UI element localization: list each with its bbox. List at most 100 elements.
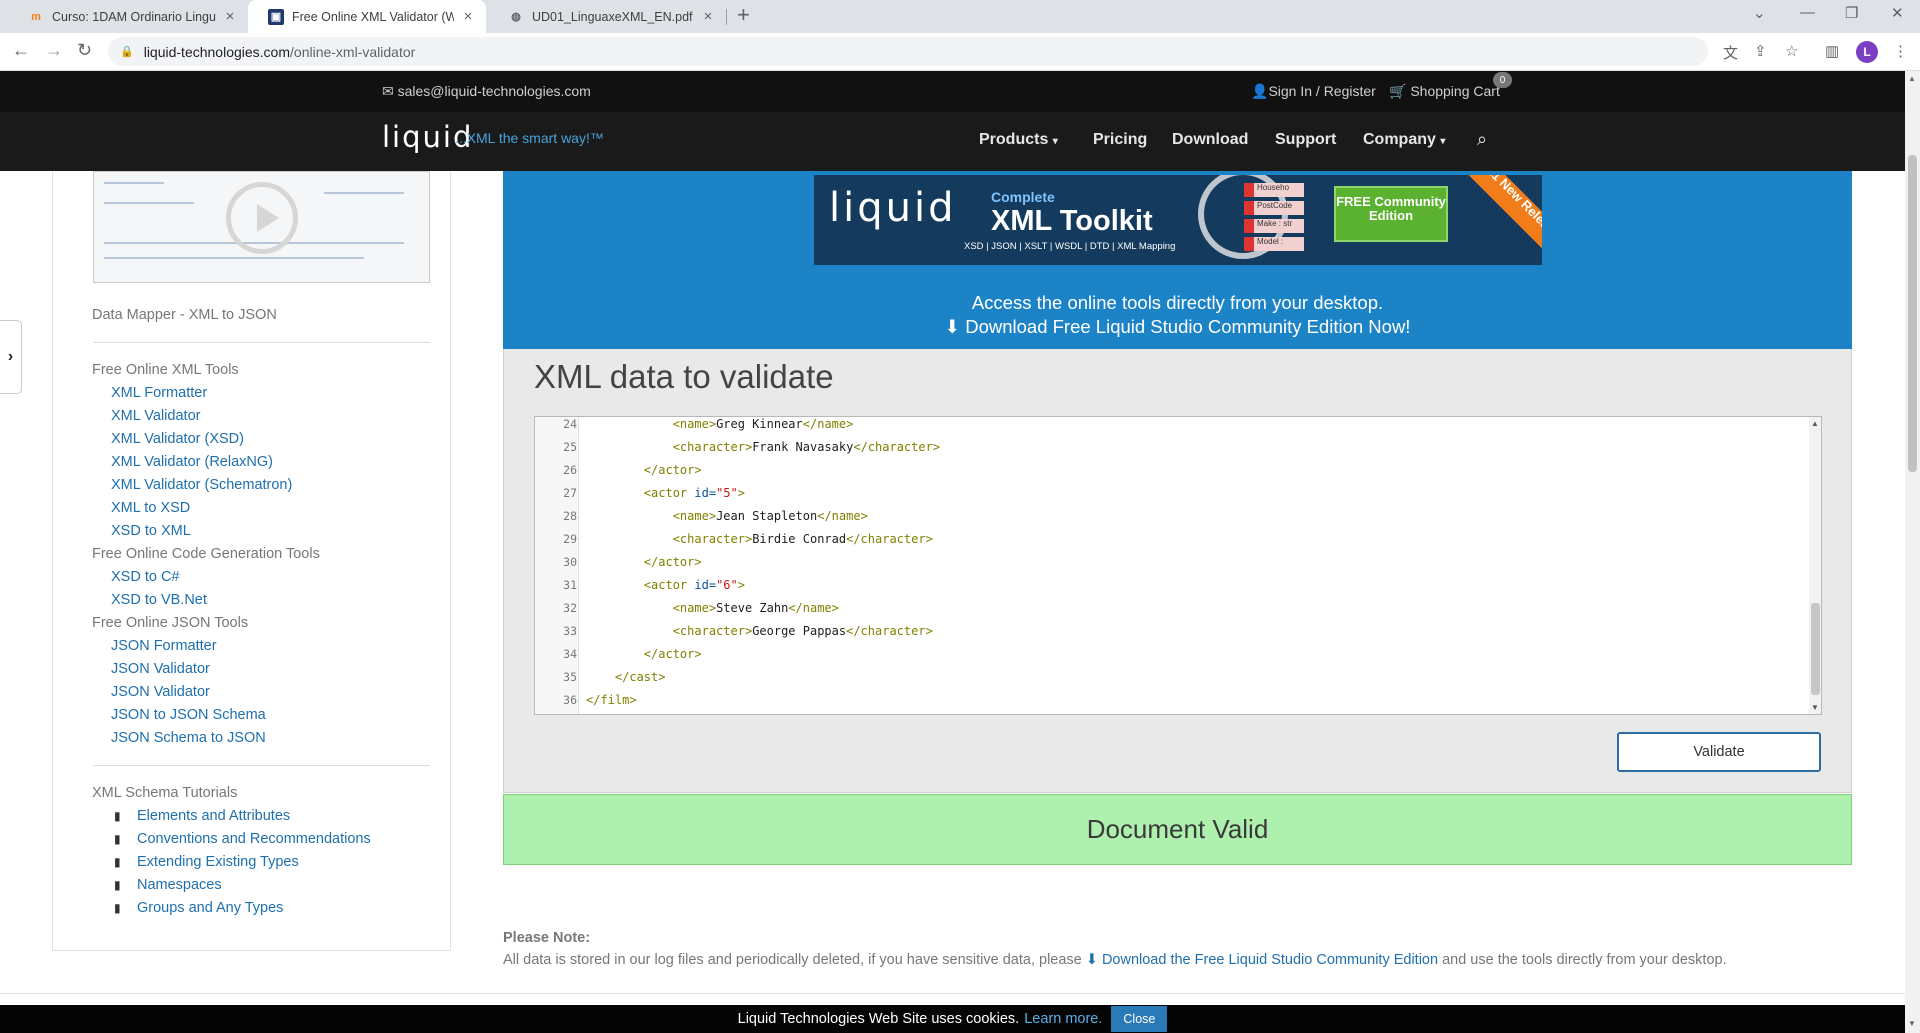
restore-icon[interactable]: ❐ xyxy=(1845,4,1858,22)
tab-pdf[interactable]: ◍ UD01_LinguaxeXML_EN.pdf × xyxy=(488,0,726,33)
reload-icon[interactable]: ↻ xyxy=(77,40,92,61)
search-icon[interactable]: ⌕ xyxy=(1477,129,1487,150)
sidebar-link-xsd-to-xml[interactable]: XSD to XML xyxy=(111,523,191,539)
minimize-icon[interactable]: — xyxy=(1800,4,1815,21)
sidebar-link-json-to-json-schema[interactable]: JSON to JSON Schema xyxy=(111,707,266,723)
learn-more-link[interactable]: Learn more. xyxy=(1024,1011,1102,1027)
nav-download[interactable]: Download xyxy=(1172,131,1248,149)
xml-tag: </name> xyxy=(817,509,868,523)
scroll-down-icon[interactable]: ▼ xyxy=(1811,703,1819,712)
sidebar-expand-chevron-icon[interactable]: › xyxy=(0,320,22,394)
page-scrollbar[interactable]: ▲ ▼ xyxy=(1905,71,1920,1033)
kebab-menu-icon[interactable]: ⋮ xyxy=(1893,42,1908,60)
sidebar-link-xml-validator-schematron[interactable]: XML Validator (Schematron) xyxy=(111,477,292,493)
nav-pricing[interactable]: Pricing xyxy=(1093,131,1147,149)
back-icon[interactable]: ← xyxy=(12,40,30,61)
cart-count-badge: 0 xyxy=(1493,72,1512,88)
nav-company[interactable]: Company ▾ xyxy=(1363,131,1445,149)
new-tab-icon[interactable]: + xyxy=(737,2,750,28)
nav-products[interactable]: Products ▾ xyxy=(979,131,1058,149)
translate-icon[interactable]: 文 xyxy=(1723,42,1738,63)
email-link[interactable]: ✉ sales@liquid-technologies.com xyxy=(382,83,591,100)
nav-label: Products xyxy=(979,131,1049,148)
xml-text: Jean Stapleton xyxy=(716,509,818,523)
note-text-after: and use the tools directly from your des… xyxy=(1438,952,1727,968)
video-thumbnail[interactable] xyxy=(93,171,430,283)
sidebar-link-xsd-to-vbnet[interactable]: XSD to VB.Net xyxy=(111,592,207,608)
sidebar-link-extending-types[interactable]: Extending Existing Types xyxy=(137,854,299,870)
xml-text: Steve Zahn xyxy=(716,601,789,615)
note-download-link[interactable]: ⬇ Download the Free Liquid Studio Commun… xyxy=(1086,952,1438,968)
nav-support[interactable]: Support xyxy=(1275,131,1336,149)
sidebar-link-json-validator-2[interactable]: JSON Validator xyxy=(111,684,210,700)
tab-strip: m Curso: 1DAM Ordinario Linguaxe × ▣ Fre… xyxy=(0,0,1920,33)
xml-code-editor[interactable]: ▲ ▼ 24 <name>Greg Kinnear</name> 25 <char… xyxy=(534,416,1822,715)
sidepanel-icon[interactable]: ▥ xyxy=(1825,42,1839,60)
sidebar-link-namespaces[interactable]: Namespaces xyxy=(137,877,222,893)
code-line: </cast> xyxy=(586,670,666,684)
book-icon: ▮ xyxy=(114,901,121,915)
forward-icon[interactable]: → xyxy=(45,40,63,61)
tab-search-icon[interactable]: ⌄ xyxy=(1753,4,1766,22)
editor-scrollbar[interactable]: ▲ ▼ xyxy=(1809,417,1821,714)
sidebar-link-xml-validator[interactable]: XML Validator xyxy=(111,408,200,424)
ad-chip: Househo xyxy=(1244,183,1304,197)
cookie-close-button[interactable]: Close xyxy=(1111,1006,1168,1032)
scroll-thumb[interactable] xyxy=(1811,603,1820,695)
scroll-up-icon[interactable]: ▲ xyxy=(1908,74,1916,83)
ad-ribbon: 2021 New Release xyxy=(1448,175,1542,265)
tab-xml-validator[interactable]: ▣ Free Online XML Validator (Well f × xyxy=(248,0,486,33)
close-tab-icon[interactable]: × xyxy=(222,8,238,25)
xml-attribute: id= xyxy=(694,578,717,592)
scroll-down-icon[interactable]: ▼ xyxy=(1908,1019,1916,1028)
xml-tag: <name> xyxy=(672,509,717,523)
envelope-icon: ✉ xyxy=(382,83,398,99)
profile-avatar[interactable]: L xyxy=(1856,41,1878,63)
sidebar-link-xml-formatter[interactable]: XML Formatter xyxy=(111,385,207,401)
window-close-icon[interactable]: ✕ xyxy=(1891,4,1904,22)
sidebar-data-mapper[interactable]: Data Mapper - XML to JSON xyxy=(92,307,277,323)
scroll-up-icon[interactable]: ▲ xyxy=(1811,419,1819,428)
shopping-cart-link[interactable]: 🛒 Shopping Cart xyxy=(1389,83,1500,100)
sidebar-link-xsd-to-csharp[interactable]: XSD to C# xyxy=(111,569,180,585)
code-line: <name>Jean Stapleton</name> xyxy=(586,509,868,523)
close-tab-icon[interactable]: × xyxy=(460,8,476,25)
line-number: 31 xyxy=(563,578,577,592)
sidebar-link-json-schema-to-json[interactable]: JSON Schema to JSON xyxy=(111,730,266,746)
sidebar-link-elements-attributes[interactable]: Elements and Attributes xyxy=(137,808,290,824)
download-now-link[interactable]: ⬇ Download Free Liquid Studio Community … xyxy=(503,316,1852,338)
xml-text: George Pappas xyxy=(752,624,847,638)
line-number: 36 xyxy=(563,693,577,707)
sidebar-link-xml-to-xsd[interactable]: XML to XSD xyxy=(111,500,190,516)
page-scroll-thumb[interactable] xyxy=(1908,155,1917,472)
sidebar-link-xml-validator-xsd[interactable]: XML Validator (XSD) xyxy=(111,431,244,447)
globe-icon: ◍ xyxy=(511,11,521,23)
xml-tag: > xyxy=(737,578,745,592)
line-number: 25 xyxy=(563,440,577,454)
divider xyxy=(93,342,430,343)
sidebar-link-groups-any-types[interactable]: Groups and Any Types xyxy=(137,900,283,916)
star-icon[interactable]: ☆ xyxy=(1785,42,1798,60)
line-number: 35 xyxy=(563,670,577,684)
sign-in-link[interactable]: 👤Sign In / Register xyxy=(1251,83,1376,100)
main-navigation: liquid ...XML the smart way!™ Products ▾… xyxy=(0,112,1905,171)
tab-divider xyxy=(726,9,727,25)
thumb-line xyxy=(104,257,364,259)
xml-text: Frank Navasaky xyxy=(752,440,854,454)
ad-free-badge: FREE Community Edition xyxy=(1334,186,1448,242)
cart-text: Shopping Cart xyxy=(1410,83,1500,99)
sidebar-link-json-validator[interactable]: JSON Validator xyxy=(111,661,210,677)
footer-divider xyxy=(0,993,1905,1003)
validate-button[interactable]: Validate xyxy=(1617,732,1821,772)
share-icon[interactable]: ⇪ xyxy=(1754,42,1767,60)
sidebar-link-xml-validator-relaxng[interactable]: XML Validator (RelaxNG) xyxy=(111,454,273,470)
xml-toolkit-ad[interactable]: liquid Complete XML Toolkit XSD | JSON |… xyxy=(814,175,1542,265)
sidebar-link-conventions[interactable]: Conventions and Recommendations xyxy=(137,831,371,847)
ad-chip: PostCode xyxy=(1244,201,1304,215)
close-tab-icon[interactable]: × xyxy=(700,8,716,25)
url-field[interactable]: 🔒 liquid-technologies.com/online-xml-val… xyxy=(108,37,1708,66)
tab-course[interactable]: m Curso: 1DAM Ordinario Linguaxe × xyxy=(8,0,248,33)
sidebar-link-json-formatter[interactable]: JSON Formatter xyxy=(111,638,217,654)
ad-title: XML Toolkit xyxy=(991,205,1153,237)
sidebar-heading-xml-tools: Free Online XML Tools xyxy=(92,362,239,378)
